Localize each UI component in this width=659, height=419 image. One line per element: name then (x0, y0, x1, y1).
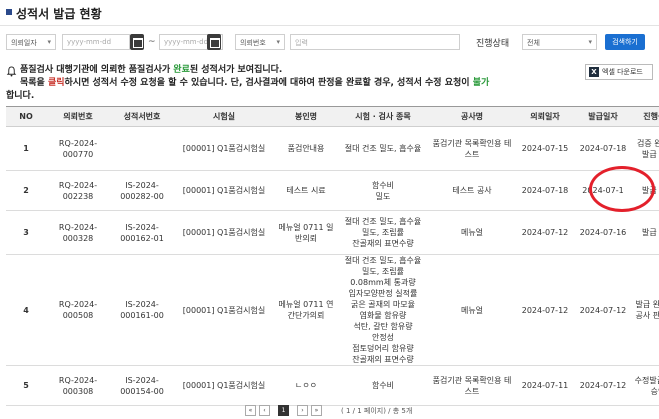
cell-request-no: RQ-2024-000770 (46, 126, 110, 171)
cell-test-items: 절대 건조 밀도, 흡수율 밀도, 조립률 잔골재의 표면수량 (338, 210, 428, 255)
cell-seal: 테스트 시료 (274, 170, 338, 211)
table-header-row: NO 의뢰번호 성적서번호 시험실 봉인명 시험 · 검사 종목 공사명 의뢰일… (6, 106, 659, 127)
page-title: 성적서 발급 현황 (16, 7, 102, 21)
cell-lab: [00001] Q1품검시험실 (174, 210, 274, 255)
cell-no: 4 (6, 254, 46, 366)
cell-status: 검증 완료 및 발급 대기 (632, 126, 659, 171)
date-from-input[interactable]: yyyy-mm-dd (62, 34, 130, 50)
id-type-select[interactable]: 의뢰번호 ▾ (235, 34, 285, 50)
cell-no: 3 (6, 210, 46, 255)
cell-issue-date: 2024-07-18 (574, 126, 632, 171)
status-select[interactable]: 전체 ▾ (522, 34, 597, 50)
table-row[interactable]: 5 RQ-2024-000308 IS-2024-000154-00 [0000… (6, 365, 659, 406)
cell-status: 발급 완료 (632, 210, 659, 255)
table-row[interactable]: 3 RQ-2024-000328 IS-2024-000162-01 [0000… (6, 210, 659, 255)
status-label: 진행상태 (476, 39, 510, 49)
notice-line-3: 합니다. (6, 91, 35, 101)
cell-cert-no: IS-2024-000161-00 (110, 254, 174, 366)
col-header-issue-date: 발급일자 (574, 106, 632, 127)
cell-cert-no: IS-2024-000162-01 (110, 210, 174, 255)
cell-test-items: 절대 건조 밀도, 흡수율 (338, 126, 428, 171)
chevron-down-icon: ▾ (276, 38, 280, 46)
cell-issue-date: 2024-07-12 (574, 365, 632, 406)
cell-seal: 메뉴얼 0711 일반의뢰 (274, 210, 338, 255)
cell-no: 1 (6, 126, 46, 171)
date-type-select[interactable]: 의뢰일자 ▾ (6, 34, 56, 50)
page-header: 성적서 발급 현황 (0, 0, 659, 26)
cell-request-no: RQ-2024-000508 (46, 254, 110, 366)
table-row[interactable]: 2 RQ-2024-002238 IS-2024-000282-00 [0000… (6, 170, 659, 211)
calendar-icon[interactable] (130, 34, 144, 50)
cell-request-date: 2024-07-11 (516, 365, 574, 406)
page-info: ( 1 / 1 페이지) / 총 5개 (341, 407, 413, 415)
cell-request-date: 2024-07-18 (516, 170, 574, 211)
excel-download-button[interactable]: X 엑셀 다운로드 (585, 64, 653, 80)
id-type-value: 의뢰번호 (240, 39, 266, 47)
cell-project: 품검기관 목록확인용 테스트 (428, 126, 516, 171)
table-row[interactable]: 1 RQ-2024-000770 [00001] Q1품검시험실 품검안내용 절… (6, 126, 659, 171)
certificate-table: NO 의뢰번호 성적서번호 시험실 봉인명 시험 · 검사 종목 공사명 의뢰일… (6, 106, 659, 406)
excel-download-label: 엑셀 다운로드 (602, 68, 643, 76)
cell-project: 품검기관 목록확인용 테스트 (428, 365, 516, 406)
col-header-project: 공사명 (428, 106, 516, 127)
cell-request-date: 2024-07-12 (516, 254, 574, 366)
title-bullet-icon (6, 9, 12, 15)
date-type-value: 의뢰일자 (11, 39, 37, 47)
cell-status: 발급 완료 (시공사 판정 전) (632, 254, 659, 366)
prev-page-button[interactable]: ‹ (259, 405, 270, 416)
cell-lab: [00001] Q1품검시험실 (174, 170, 274, 211)
cell-seal: 메뉴얼 0711 연간단가의뢰 (274, 254, 338, 366)
keyword-input[interactable]: 입력 (290, 34, 460, 50)
cell-no: 2 (6, 170, 46, 211)
cell-seal: 품검안내용 (274, 126, 338, 171)
cell-seal: ㄴㅇㅇ (274, 365, 338, 406)
cell-request-date: 2024-07-12 (516, 210, 574, 255)
page-1-button[interactable]: 1 (278, 405, 289, 416)
search-button[interactable]: 검색하기 (605, 34, 645, 50)
notice-line-1: 품질검사 대행기관에 의뢰한 품질검사가 완료된 성적서가 보여집니다. (20, 65, 283, 75)
col-header-no: NO (6, 106, 46, 127)
cell-project: 테스트 공사 (428, 170, 516, 211)
cell-issue-date: 2024-07-12 (574, 254, 632, 366)
cell-status: 수정발급 요청 승인 (632, 365, 659, 406)
col-header-status: 진행상태 (632, 106, 659, 127)
cell-request-no: RQ-2024-000328 (46, 210, 110, 255)
cell-project: 메뉴얼 (428, 254, 516, 366)
bell-icon (6, 66, 17, 77)
first-page-button[interactable]: « (245, 405, 256, 416)
cell-lab: [00001] Q1품검시험실 (174, 254, 274, 366)
col-header-cert-no: 성적서번호 (110, 106, 174, 127)
col-header-test-items: 시험 · 검사 종목 (338, 106, 428, 127)
cell-issue-date: 2024-07-16 (574, 210, 632, 255)
col-header-lab: 시험실 (174, 106, 274, 127)
cell-cert-no: IS-2024-000282-00 (110, 170, 174, 211)
status-select-value: 전체 (527, 39, 540, 47)
chevron-down-icon: ▾ (588, 38, 592, 46)
cell-request-no: RQ-2024-000308 (46, 365, 110, 406)
cell-request-no: RQ-2024-002238 (46, 170, 110, 211)
cell-lab: [00001] Q1품검시험실 (174, 365, 274, 406)
excel-icon: X (589, 67, 599, 77)
cell-request-date: 2024-07-15 (516, 126, 574, 171)
cell-test-items: 함수비 (338, 365, 428, 406)
calendar-icon[interactable] (207, 34, 221, 50)
cell-project: 메뉴얼 (428, 210, 516, 255)
date-range-separator: ~ (148, 37, 156, 47)
cell-test-items: 절대 건조 밀도, 흡수율 밀도, 조립률 0.08mm체 통과량 입자모양판정 실적… (338, 254, 428, 366)
cell-test-items: 함수비 밀도 (338, 170, 428, 211)
col-header-seal: 봉인명 (274, 106, 338, 127)
highlight-circle (589, 166, 655, 212)
filter-bar: 의뢰일자 ▾ yyyy-mm-dd ~ yyyy-mm-dd 의뢰번호 ▾ 입력… (0, 30, 659, 54)
last-page-button[interactable]: » (311, 405, 322, 416)
cell-no: 5 (6, 365, 46, 406)
notice-line-2: 목록을 클릭하시면 성적서 수정 요청을 할 수 있습니다. 단, 검사결과에 … (20, 78, 490, 88)
table-row[interactable]: 4 RQ-2024-000508 IS-2024-000161-00 [0000… (6, 254, 659, 366)
cell-lab: [00001] Q1품검시험실 (174, 126, 274, 171)
cell-cert-no (110, 126, 174, 171)
col-header-request-date: 의뢰일자 (516, 106, 574, 127)
chevron-down-icon: ▾ (47, 38, 51, 46)
cell-cert-no: IS-2024-000154-00 (110, 365, 174, 406)
next-page-button[interactable]: › (297, 405, 308, 416)
col-header-request-no: 의뢰번호 (46, 106, 110, 127)
